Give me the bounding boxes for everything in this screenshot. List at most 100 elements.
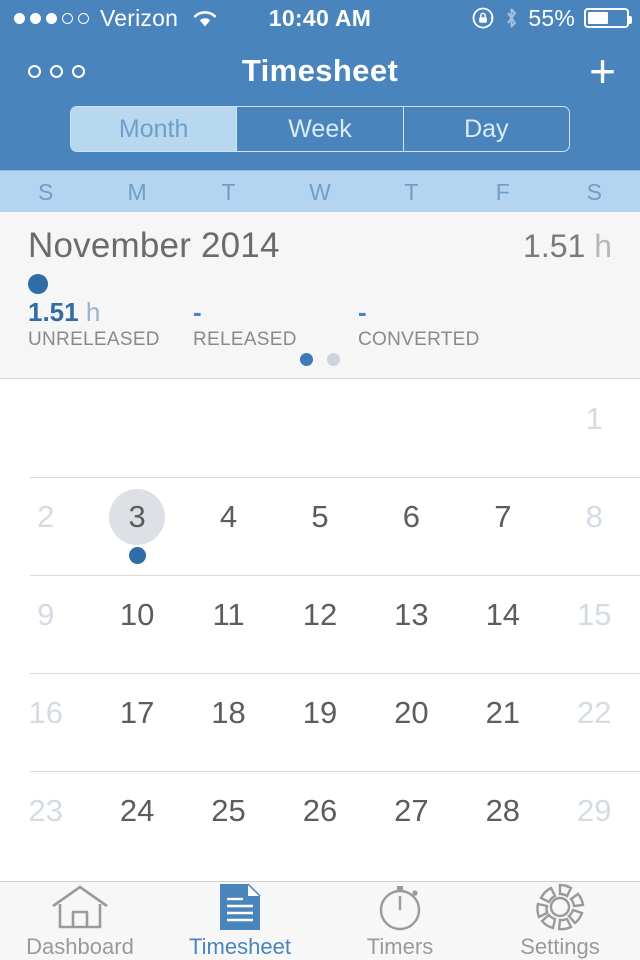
three-circles-menu-icon[interactable]: [0, 64, 85, 78]
stat-unreleased-unit: h: [85, 297, 101, 327]
tab-timesheet[interactable]: Timesheet: [160, 882, 320, 960]
navigation-bar: Timesheet +: [0, 36, 640, 106]
calendar-day-12[interactable]: 12: [274, 575, 365, 673]
calendar-day-25[interactable]: 25: [183, 771, 274, 869]
summary-stats: 1.51 h UNRELEASED - RELEASED - CONVERTED: [28, 297, 612, 351]
calendar-day-4[interactable]: 4: [183, 477, 274, 575]
calendar-day-number: 14: [485, 597, 521, 632]
stat-released-value: -: [193, 297, 202, 327]
weekday-2: T: [221, 179, 236, 205]
calendar-day-empty: [274, 379, 365, 477]
calendar-day-number: 6: [402, 499, 421, 534]
weekday-1: M: [127, 179, 147, 205]
calendar-day-number: 28: [485, 793, 521, 828]
calendar-day-number: 26: [302, 793, 338, 828]
calendar-day-7[interactable]: 7: [457, 477, 548, 575]
calendar-day-number: 18: [211, 695, 246, 730]
calendar-day-18[interactable]: 18: [183, 673, 274, 771]
calendar-day-number: [292, 391, 348, 447]
legend-dot: [28, 274, 48, 294]
page-dot-0[interactable]: [300, 353, 313, 366]
calendar-day-1[interactable]: 1: [549, 379, 640, 477]
summary-header-row: November 2014 1.51 h: [28, 226, 612, 266]
calendar-day-number: 9: [37, 597, 55, 632]
calendar-day-number: 1: [585, 401, 603, 436]
calendar-day-3[interactable]: 3: [91, 477, 182, 575]
view-mode-segmented-control[interactable]: Month Week Day: [70, 106, 570, 152]
tab-bar: Dashboard Timesheet Timers Settings: [0, 881, 640, 960]
calendar-day-number: 25: [211, 793, 246, 828]
calendar-day-empty: [366, 379, 457, 477]
summary-page-indicator[interactable]: [0, 353, 640, 366]
status-bar: Verizon 10:40 AM 55%: [0, 0, 640, 36]
calendar-day-number: 13: [394, 597, 429, 632]
segmented-control-container: Month Week Day: [0, 106, 640, 170]
month-summary-panel[interactable]: November 2014 1.51 h 1.51 h UNRELEASED -…: [0, 212, 640, 379]
calendar-day-number: 15: [576, 597, 612, 632]
calendar-day-20[interactable]: 20: [366, 673, 457, 771]
tab-settings[interactable]: Settings: [480, 882, 640, 960]
calendar-day-9[interactable]: 9: [0, 575, 91, 673]
status-bar-right: 55%: [471, 5, 640, 32]
calendar-day-number: 11: [212, 597, 245, 632]
calendar-day-29[interactable]: 29: [549, 771, 640, 869]
calendar-day-2[interactable]: 2: [0, 477, 91, 575]
calendar-day-number: 17: [119, 695, 155, 730]
stat-converted-value: -: [358, 297, 367, 327]
calendar-week-row: 16 17 18 19 20 21 22: [0, 673, 640, 771]
calendar-day-21[interactable]: 21: [457, 673, 548, 771]
calendar-day-8[interactable]: 8: [549, 477, 640, 575]
stat-converted: - CONVERTED: [358, 297, 523, 351]
gear-icon: [533, 883, 587, 931]
calendar-day-24[interactable]: 24: [91, 771, 182, 869]
wifi-icon: [194, 10, 217, 26]
calendar-day-5[interactable]: 5: [274, 477, 365, 575]
calendar-week-row: 1: [0, 379, 640, 477]
calendar-day-number: 27: [394, 793, 429, 828]
calendar-day-empty: [457, 379, 548, 477]
calendar-day-number: 19: [302, 695, 338, 730]
page-dot-1[interactable]: [327, 353, 340, 366]
battery-percent-label: 55%: [528, 4, 575, 31]
document-icon: [217, 882, 263, 931]
calendar-day-number: 8: [585, 499, 603, 534]
segment-week[interactable]: Week: [236, 107, 402, 151]
calendar-day-15[interactable]: 15: [549, 575, 640, 673]
page-title: Timesheet: [241, 53, 399, 88]
calendar-day-number: 23: [28, 793, 63, 828]
plus-icon[interactable]: +: [589, 48, 640, 94]
app-root: Verizon 10:40 AM 55% Timesheet + Month W…: [0, 0, 640, 960]
weekday-header: SMTWTFS: [0, 170, 640, 212]
calendar-day-27[interactable]: 27: [366, 771, 457, 869]
calendar-day-number: 29: [576, 793, 612, 828]
month-total-hours: 1.51 h: [523, 228, 612, 265]
calendar-day-28[interactable]: 28: [457, 771, 548, 869]
stat-unreleased-label: UNRELEASED: [28, 328, 160, 350]
calendar-day-10[interactable]: 10: [91, 575, 182, 673]
calendar-day-14[interactable]: 14: [457, 575, 548, 673]
calendar-week-row: 9 10 11 12 13 14 15: [0, 575, 640, 673]
segment-month[interactable]: Month: [71, 107, 237, 151]
weekday-4: T: [404, 179, 419, 205]
calendar-event-dot: [128, 547, 146, 564]
calendar-day-number: 5: [311, 499, 329, 534]
calendar-day-22[interactable]: 22: [549, 673, 640, 771]
calendar-day-11[interactable]: 11: [183, 575, 274, 673]
calendar-day-17[interactable]: 17: [91, 673, 182, 771]
calendar-day-26[interactable]: 26: [274, 771, 365, 869]
month-total-value: 1.51: [523, 228, 586, 264]
calendar-day-number: 21: [485, 695, 521, 730]
calendar-day-number: 3: [109, 489, 166, 545]
signal-strength-icon: [14, 12, 89, 24]
calendar-day-16[interactable]: 16: [0, 673, 91, 771]
tab-timers[interactable]: Timers: [320, 882, 480, 960]
calendar-day-6[interactable]: 6: [366, 477, 457, 575]
tab-dashboard[interactable]: Dashboard: [0, 882, 160, 960]
calendar-day-19[interactable]: 19: [274, 673, 365, 771]
segment-day[interactable]: Day: [402, 107, 569, 151]
calendar-day-13[interactable]: 13: [366, 575, 457, 673]
calendar-day-23[interactable]: 23: [0, 771, 91, 869]
calendar-day-number: 2: [37, 499, 55, 534]
calendar-day-empty: [91, 379, 182, 477]
calendar-day-number: 4: [219, 499, 238, 534]
